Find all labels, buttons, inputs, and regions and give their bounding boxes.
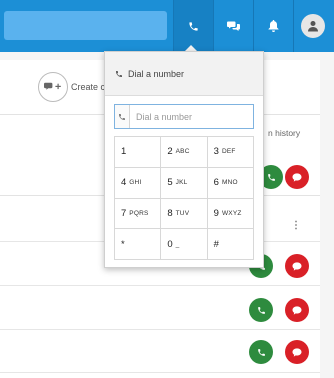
dialpad-popup: Dial a number 1 2ABC 3DEF 4GHI 5JKL 6MNO… — [104, 51, 264, 268]
chat-icon — [292, 347, 302, 357]
bell-icon — [268, 20, 278, 32]
search-box[interactable] — [4, 11, 167, 40]
key-letters: DEF — [221, 148, 236, 156]
separator — [253, 0, 254, 52]
reject-call-button[interactable] — [285, 298, 309, 322]
key-5[interactable]: 5 JKL — [161, 167, 208, 199]
phone-icon — [116, 70, 122, 77]
accept-call-button[interactable] — [249, 298, 273, 322]
avatar — [301, 14, 325, 38]
key-digit: 9 — [213, 207, 219, 219]
create-conference-label: Create c — [71, 82, 106, 92]
dial-input-group — [114, 104, 254, 129]
notifications-button[interactable] — [253, 0, 293, 52]
key-letters: PQRS — [129, 209, 149, 217]
accept-call-button[interactable] — [249, 340, 273, 364]
key-letters: WXYZ — [221, 209, 242, 217]
key-1[interactable]: 1 — [115, 137, 162, 168]
reject-call-button[interactable] — [285, 254, 309, 278]
user-icon — [308, 21, 318, 32]
phone-icon — [188, 21, 198, 31]
phone-icon — [257, 306, 265, 314]
phone-icon — [257, 348, 265, 356]
key-hash[interactable]: # — [207, 229, 254, 260]
row-divider — [0, 285, 320, 286]
key-7[interactable]: 7 PQRS — [115, 198, 162, 230]
reject-call-button[interactable] — [285, 165, 309, 189]
row-divider — [0, 329, 320, 330]
dial-input-addon — [115, 105, 130, 128]
key-digit: 3 — [213, 146, 219, 158]
row-divider — [0, 372, 320, 373]
key-digit: 6 — [213, 177, 219, 189]
history-label: n history — [268, 128, 301, 138]
key-digit: 1 — [121, 146, 127, 158]
separator — [173, 0, 174, 52]
chat-icon — [292, 172, 302, 182]
key-0[interactable]: 0 _ — [161, 229, 208, 260]
key-digit: 2 — [167, 146, 173, 158]
phone-icon — [267, 173, 275, 181]
dialpad-header: Dial a number — [105, 52, 263, 96]
key-3[interactable]: 3 DEF — [207, 137, 254, 168]
key-letters: GHI — [129, 179, 142, 187]
add-chat-icon — [44, 82, 61, 90]
chat-icon — [292, 261, 302, 271]
separator — [213, 0, 214, 52]
key-8[interactable]: 8 TUV — [161, 198, 208, 230]
key-digit: 7 — [121, 207, 127, 219]
key-letters: TUV — [175, 209, 190, 217]
key-digit: 8 — [167, 207, 173, 219]
key-digit: * — [121, 238, 125, 250]
key-letters: JKL — [175, 179, 188, 187]
key-digit: # — [213, 238, 219, 250]
key-letters: ABC — [175, 148, 190, 156]
phone-icon — [119, 113, 125, 120]
chat-icon — [226, 21, 240, 31]
separator — [293, 0, 294, 52]
key-digit: 5 — [167, 177, 173, 189]
dialpad-title: Dial a number — [128, 68, 185, 79]
key-star[interactable]: * — [115, 229, 162, 260]
key-9[interactable]: 9 WXYZ — [207, 198, 254, 230]
key-4[interactable]: 4 GHI — [115, 167, 162, 199]
keypad: 1 2 ABC 3 DEF 4 GHI 5 JKL 6 MNO 7 PQRS 8 TUV 9W… — [114, 136, 254, 260]
user-button[interactable] — [293, 0, 333, 52]
dial-number-input[interactable] — [130, 105, 253, 128]
key-2[interactable]: 2 ABC — [161, 137, 208, 168]
create-conference-button[interactable] — [38, 72, 68, 102]
reject-call-button[interactable] — [285, 340, 309, 364]
chat-icon — [292, 305, 302, 315]
key-digit: 4 — [121, 177, 127, 189]
chat-button[interactable] — [213, 0, 253, 52]
key-6[interactable]: 6 MNO — [207, 167, 254, 199]
create-conference-row[interactable]: Create c — [38, 72, 105, 102]
more-options-icon[interactable]: ⋮ — [291, 220, 301, 231]
key-digit: 0 — [167, 238, 173, 250]
key-letters: _ — [175, 240, 180, 248]
top-bar — [0, 0, 334, 52]
key-letters: MNO — [221, 179, 238, 187]
